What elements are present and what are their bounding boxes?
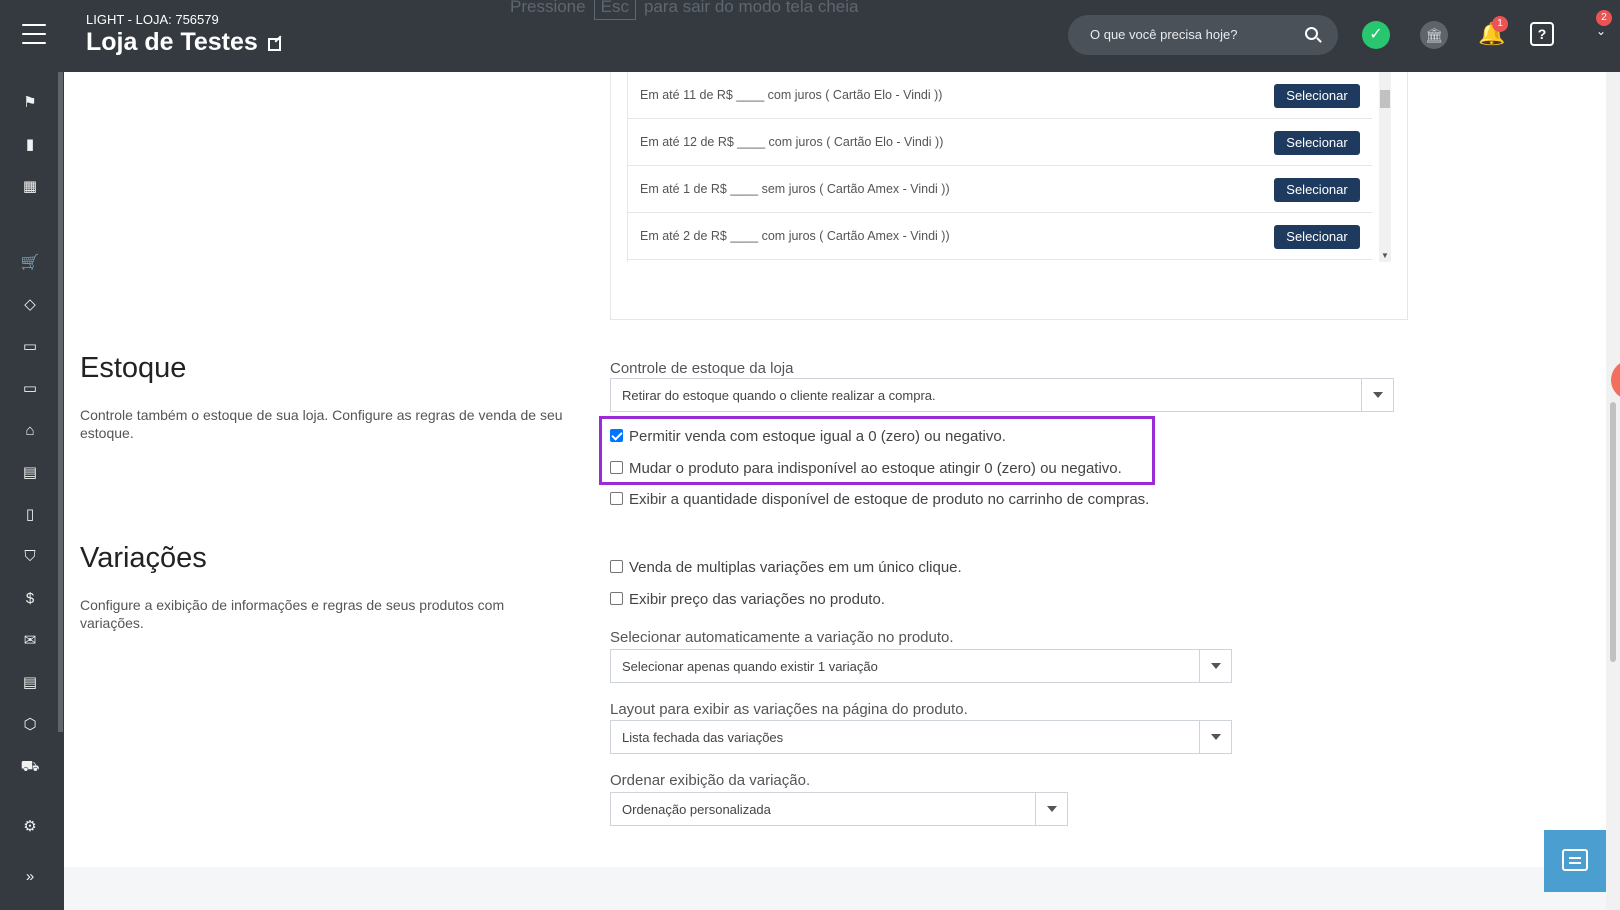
flag-icon[interactable]: ⚑ [19,92,41,114]
layout-icon[interactable]: ▤ [19,462,41,484]
chevron-down-icon[interactable] [1035,793,1067,825]
search-placeholder: O que você precisa hoje? [1090,27,1238,42]
estoque-title: Estoque [80,352,187,384]
store-title-text: Loja de Testes [86,28,258,56]
installments-panel: Em até 11 de R$ ____ com juros ( Cartão … [610,72,1408,320]
fullscreen-hint-after: para sair do modo tela cheia [643,0,859,16]
search-input[interactable]: O que você precisa hoje? [1068,15,1338,55]
chevron-down-icon[interactable] [1199,650,1231,682]
cart-icon[interactable]: 🛒 [19,252,41,274]
variacoes-title: Variações [80,542,207,574]
installment-text: Em até 1 de R$ ____ sem juros ( Cartão A… [640,182,950,196]
installment-text: Em até 11 de R$ ____ com juros ( Cartão … [640,88,943,102]
layout-select[interactable]: Lista fechada das variações [610,720,1232,754]
list-item: Em até 12 de R$ ____ com juros ( Cartão … [627,119,1372,166]
search-icon[interactable] [1305,27,1318,40]
show-variation-price-option[interactable]: Exibir preço das variações no produto. [610,591,885,608]
auto-select-value: Selecionar apenas quando existir 1 varia… [622,659,878,674]
order-select[interactable]: Ordenação personalizada [610,792,1068,826]
installment-text: Em até 12 de R$ ____ com juros ( Cartão … [640,135,944,149]
top-bar: LIGHT - LOJA: 756579 Loja de Testes Pres… [0,0,1620,72]
account-badge: 2 [1596,10,1612,26]
installments-list: Em até 11 de R$ ____ com juros ( Cartão … [627,72,1372,262]
scroll-down-icon[interactable]: ▼ [1381,251,1389,260]
sidebar-scrollbar[interactable] [58,72,63,732]
layout-label: Layout para exibir as variações na págin… [610,701,968,718]
chat-icon [1562,849,1588,871]
auto-select-label: Selecionar automaticamente a variação no… [610,629,954,646]
fullscreen-hint-before: Pressione [510,0,586,16]
multi-variation-option[interactable]: Venda de multiplas variações em um único… [610,559,962,576]
page-scrollbar[interactable] [1606,72,1620,910]
footer-strip [64,867,1606,910]
auto-select-select[interactable]: Selecionar apenas quando existir 1 varia… [610,649,1232,683]
status-check-icon[interactable]: ✓ [1362,21,1390,49]
show-variation-price-label: Exibir preço das variações no produto. [629,591,885,608]
page-scroll-thumb[interactable] [1610,402,1616,662]
sidebar: ⚑ ▮ ▦ 🛒 ◇ ▭ ▭ ⌂ ▤ ▯ ⛉ $ ✉ ▤ ⬡ ⛟ ⚙ » [0,72,64,910]
gear-icon[interactable]: ⚙ [19,816,41,838]
chevron-down-icon[interactable] [1199,721,1231,753]
select-button[interactable]: Selecionar [1274,131,1360,155]
list-item: Em até 2 de R$ ____ com juros ( Cartão A… [627,213,1372,260]
monitor-icon[interactable]: ▭ [19,378,41,400]
dollar-icon[interactable]: $ [19,588,41,610]
show-variation-price-checkbox[interactable] [610,592,623,605]
stock-control-value: Retirar do estoque quando o cliente real… [622,388,936,403]
multi-variation-label: Venda de multiplas variações em um único… [629,559,962,576]
select-button[interactable]: Selecionar [1274,225,1360,249]
menu-icon[interactable] [22,24,46,44]
show-stock-cart-checkbox[interactable] [610,492,623,505]
mobile-icon[interactable]: ▯ [19,504,41,526]
document-icon[interactable]: ▤ [19,672,41,694]
bell-icon[interactable]: 🔔 1 [1478,16,1508,49]
chevron-down-icon[interactable]: ⌄ 2 [1596,10,1612,38]
show-stock-cart-label: Exibir a quantidade disponível de estoqu… [629,491,1150,508]
mail-icon[interactable]: ✉ [19,630,41,652]
tv-icon[interactable]: ▭ [19,336,41,358]
select-button[interactable]: Selecionar [1274,178,1360,202]
variacoes-description: Configure a exibição de informações e re… [80,597,505,631]
list-item-partial [627,260,1372,262]
bar-chart-icon[interactable]: ▮ [19,134,41,156]
store-title[interactable]: Loja de Testes [86,28,281,57]
box-icon[interactable]: ⬡ [19,714,41,736]
help-icon[interactable]: ? [1530,22,1554,46]
fullscreen-hint: Pressione Esc para sair do modo tela cheia [510,0,858,20]
tag-icon[interactable]: ◇ [19,294,41,316]
highlight-annotation [599,416,1155,485]
shirt-icon[interactable]: ⛉ [19,546,41,568]
layout-value: Lista fechada das variações [622,730,784,745]
list-item: Em até 11 de R$ ____ com juros ( Cartão … [627,72,1372,119]
chat-button[interactable] [1544,830,1606,892]
truck-icon[interactable]: ⛟ [19,756,41,778]
order-label: Ordenar exibição da variação. [610,772,811,789]
show-stock-cart-option[interactable]: Exibir a quantidade disponível de estoqu… [610,491,1149,508]
bank-icon[interactable]: 🏛 [1420,21,1448,49]
multi-variation-checkbox[interactable] [610,560,623,573]
stock-control-select[interactable]: Retirar do estoque quando o cliente real… [610,378,1394,412]
notification-badge: 1 [1492,16,1508,32]
calendar-icon[interactable]: ▦ [19,176,41,198]
chevrons-right-icon[interactable]: » [19,866,41,888]
chevron-down-icon[interactable] [1361,379,1393,411]
list-item: Em até 1 de R$ ____ sem juros ( Cartão A… [627,166,1372,213]
external-link-icon[interactable] [267,38,281,51]
installments-scrollbar[interactable]: ▼ [1379,72,1391,262]
scroll-thumb[interactable] [1380,90,1390,108]
home-icon[interactable]: ⌂ [19,420,41,442]
store-id: LIGHT - LOJA: 756579 [86,12,219,27]
installment-text: Em até 2 de R$ ____ com juros ( Cartão A… [640,229,950,243]
order-value: Ordenação personalizada [622,802,771,817]
esc-key: Esc [593,0,636,20]
stock-control-label: Controle de estoque da loja [610,360,794,377]
select-button[interactable]: Selecionar [1274,84,1360,108]
estoque-description: Controle também o estoque de sua loja. C… [80,407,563,441]
